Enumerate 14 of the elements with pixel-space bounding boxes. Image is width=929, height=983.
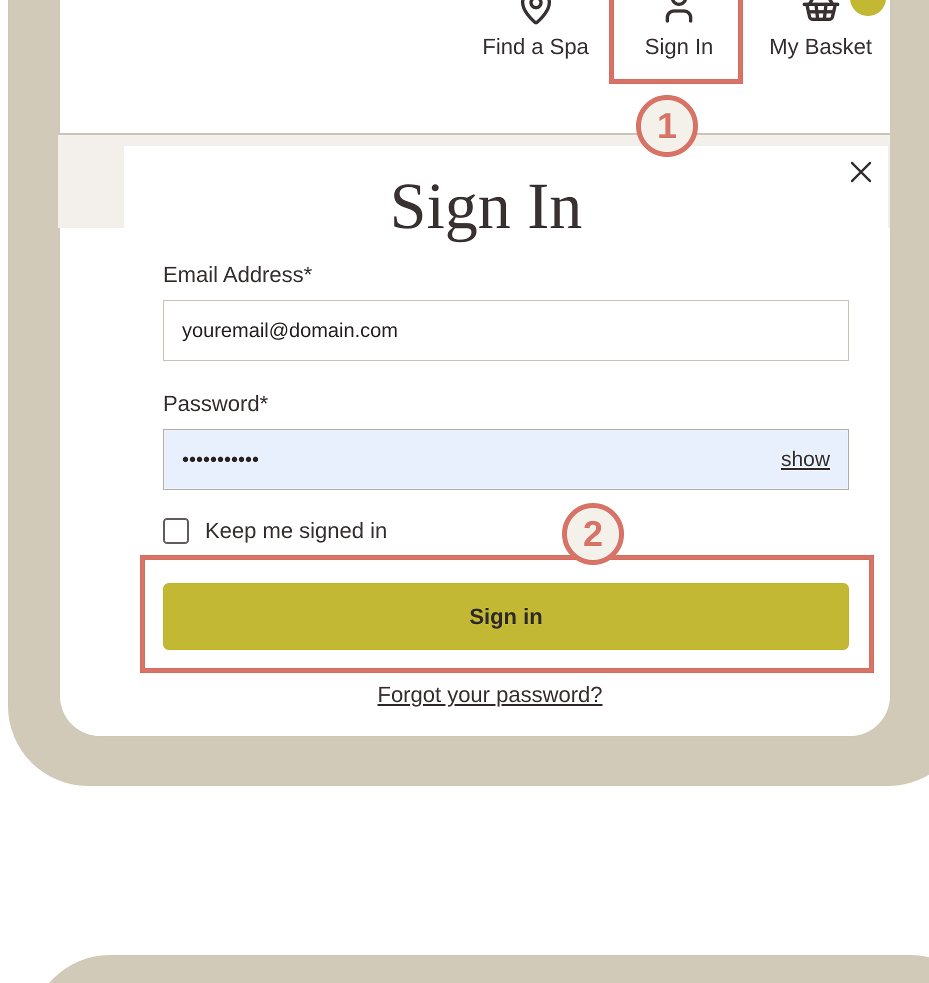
nav-link[interactable]: My Basket	[769, 30, 872, 63]
input-field[interactable]: youremail@domain.com	[163, 300, 849, 361]
checkbox-label: Keep me signed in	[205, 517, 388, 545]
field-label: Password*	[163, 393, 270, 415]
nav-link[interactable]: Find a Spa	[482, 30, 589, 63]
field-label: Email Address*	[163, 264, 314, 286]
callout-number: 1	[636, 95, 698, 157]
forgot-password-link[interactable]: Forgot your password?	[378, 678, 602, 711]
modal-title: Sign In	[388, 174, 584, 240]
show-password-link[interactable]: show	[780, 444, 830, 476]
sign-in-button[interactable]: Sign in	[163, 583, 849, 650]
input-field[interactable]: ••••••••••• show	[163, 429, 849, 490]
checkbox[interactable]	[163, 518, 189, 544]
nav-link[interactable]: Sign In	[644, 30, 714, 63]
